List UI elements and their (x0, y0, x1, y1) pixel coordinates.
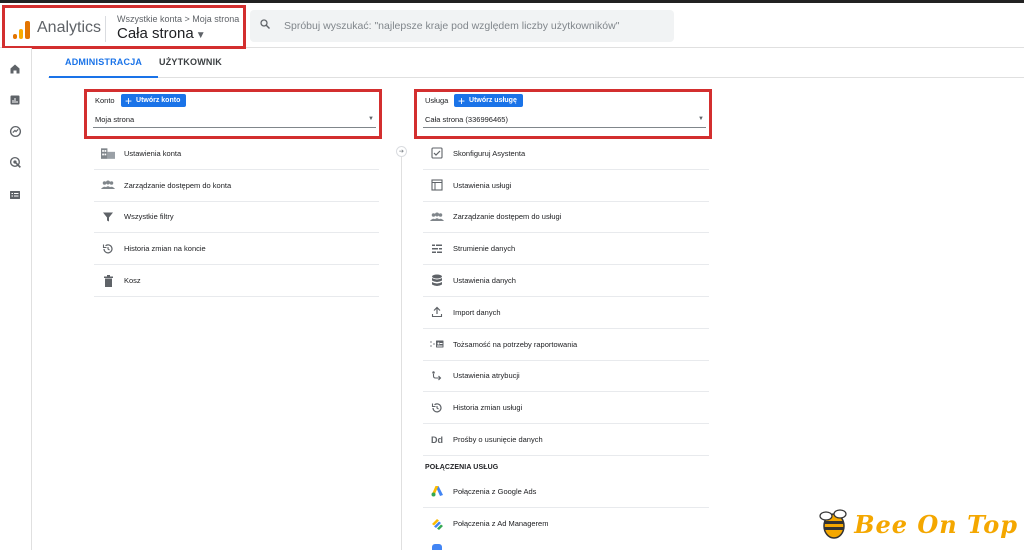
menu-item-attribution-settings[interactable]: Ustawienia atrybucji (423, 361, 709, 393)
menu-item-account-access[interactable]: Zarządzanie dostępem do konta (94, 170, 379, 202)
menu-item-label: Połączenia z Ad Managerem (453, 519, 549, 529)
building-icon (100, 145, 116, 161)
menu-item-label: Skonfiguruj Asystenta (453, 148, 526, 158)
property-label: Usługa (425, 96, 449, 105)
account-selected: Moja strona (95, 115, 135, 124)
menu-item-property-settings[interactable]: Ustawienia usługi (423, 170, 709, 202)
menu-item-label: Historia zmian usługi (453, 403, 523, 413)
reports-icon[interactable] (6, 91, 24, 109)
menu-item-label: Zarządzanie dostępem do konta (124, 180, 232, 190)
logo-and-property-highlight: Analytics Wszystkie konta > Moja strona … (2, 5, 246, 49)
connections-heading: POŁĄCZENIA USŁUG (425, 463, 499, 471)
streams-icon (429, 241, 445, 257)
search-bar[interactable] (250, 10, 674, 42)
menu-item-label: Ustawienia danych (453, 276, 516, 286)
header-divider (105, 16, 106, 42)
menu-item-label: Połączenia z Google Ads (453, 486, 537, 496)
menu-item-label: Ustawienia usługi (453, 180, 512, 190)
history-icon (429, 400, 445, 416)
property-selector[interactable]: Cała strona ▼ (117, 25, 206, 42)
upload-icon (429, 304, 445, 320)
property-menu: Skonfiguruj Asystenta Ustawienia usługi … (423, 138, 709, 540)
create-account-label: Utwórz konto (136, 97, 181, 104)
layout-icon (429, 177, 445, 193)
bee-icon (819, 509, 847, 539)
search-icon (260, 19, 270, 29)
menu-item-all-filters[interactable]: Wszystkie filtry (94, 202, 379, 234)
plus-icon: + (125, 93, 133, 108)
menu-item-ad-manager-links[interactable]: Połączenia z Ad Managerem (423, 508, 709, 540)
account-selector-highlight: Konto + Utwórz konto Moja strona ▼ (84, 89, 382, 139)
menu-item-label: Historia zmian na koncie (124, 244, 206, 254)
people-icon (429, 209, 445, 225)
tab-uzytkownik[interactable]: UŻYTKOWNIK (159, 57, 222, 67)
property-selector-highlight: Usługa + Utwórz usługę Cała strona (33699… (414, 89, 712, 139)
property-dropdown[interactable]: Cała strona (336996465) ▼ (423, 112, 706, 128)
trash-icon (100, 273, 116, 289)
attribution-icon (429, 368, 445, 384)
menu-item-reporting-identity[interactable]: Tożsamość na potrzeby raportowania (423, 329, 709, 361)
left-navigation (0, 48, 32, 550)
create-account-button[interactable]: + Utwórz konto (121, 93, 187, 108)
property-name: Cała strona (117, 25, 194, 42)
menu-item-data-settings[interactable]: Ustawienia danych (423, 265, 709, 297)
people-icon (100, 177, 116, 193)
history-icon (100, 241, 116, 257)
menu-item-data-import[interactable]: Import danych (423, 297, 709, 329)
google-ads-icon (429, 483, 445, 499)
menu-item-data-deletion-requests[interactable]: Dd Prośby o usunięcie danych (423, 424, 709, 456)
account-menu: Ustawienia konta Zarządzanie dostępem do… (94, 138, 379, 297)
menu-item-account-settings[interactable]: Ustawienia konta (94, 138, 379, 170)
configure-icon[interactable] (6, 186, 24, 204)
menu-item-account-history[interactable]: Historia zmian na koncie (94, 233, 379, 266)
dropdown-arrow-icon: ▼ (368, 116, 374, 122)
account-dropdown[interactable]: Moja strona ▼ (93, 112, 376, 128)
ad-manager-icon (429, 516, 445, 532)
property-selected: Cała strona (336996465) (425, 115, 508, 124)
top-bar: Analytics Wszystkie konta > Moja strona … (0, 0, 1024, 49)
menu-item-data-streams[interactable]: Strumienie danych (423, 233, 709, 266)
menu-item-label: Prośby o usunięcie danych (453, 435, 543, 445)
menu-item-label: Ustawienia atrybucji (453, 371, 520, 381)
filter-icon (100, 209, 116, 225)
breadcrumb[interactable]: Wszystkie konta > Moja strona (117, 14, 239, 24)
menu-item-label: Ustawienia konta (124, 148, 182, 158)
create-property-button[interactable]: + Utwórz usługę (454, 94, 523, 107)
search-input[interactable] (284, 16, 664, 36)
menu-item-label: Tożsamość na potrzeby raportowania (453, 339, 578, 349)
tab-administracja[interactable]: ADMINISTRACJA (48, 57, 159, 78)
menu-item-label: Strumienie danych (453, 244, 516, 254)
menu-item-label: Wszystkie filtry (124, 212, 174, 222)
menu-item-label: Zarządzanie dostępem do usługi (453, 212, 562, 222)
plus-icon: + (458, 93, 466, 108)
menu-item-google-ads-links[interactable]: Połączenia z Google Ads (423, 476, 709, 508)
watermark: Bee On Top (818, 508, 1018, 540)
column-separator (401, 148, 402, 550)
advertising-icon[interactable] (6, 153, 24, 171)
checkbox-icon (429, 145, 445, 161)
menu-item-setup-assistant[interactable]: Skonfiguruj Asystenta (423, 138, 709, 170)
dd-icon: Dd (431, 434, 443, 445)
watermark-text: Bee On Top (854, 509, 1018, 539)
menu-item-property-access[interactable]: Zarządzanie dostępem do usługi (423, 202, 709, 234)
create-property-label: Utwórz usługę (469, 97, 517, 104)
app-name: Analytics (37, 19, 102, 36)
menu-item-property-history[interactable]: Historia zmian usługi (423, 392, 709, 425)
database-icon (429, 273, 445, 289)
menu-item-trash[interactable]: Kosz (94, 265, 379, 297)
collapse-arrow-icon[interactable]: ➔ (396, 146, 407, 157)
menu-item-label: Import danych (453, 307, 501, 317)
caret-down-icon: ▼ (195, 30, 206, 41)
menu-item-label: Kosz (124, 276, 141, 286)
identity-icon (429, 336, 445, 352)
partial-next-item-icon (432, 544, 442, 550)
explore-icon[interactable] (6, 122, 24, 140)
home-icon[interactable] (6, 60, 24, 78)
account-label: Konto (95, 96, 115, 105)
dropdown-arrow-icon: ▼ (698, 116, 704, 122)
analytics-logo-icon (13, 19, 31, 39)
admin-tabs: ADMINISTRACJA UŻYTKOWNIK (48, 48, 1024, 78)
